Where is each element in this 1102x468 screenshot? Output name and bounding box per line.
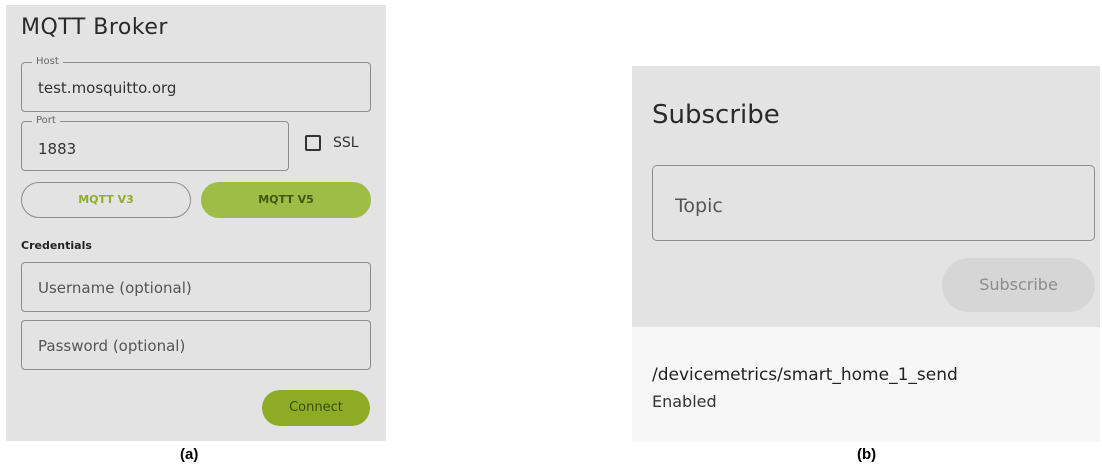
port-label: Port xyxy=(32,115,60,127)
mqtt-v3-button[interactable]: MQTT V3 xyxy=(21,182,191,218)
caption-a: (a) xyxy=(180,446,199,463)
connect-button[interactable]: Connect xyxy=(262,390,370,426)
credentials-heading: Credentials xyxy=(21,239,92,252)
subscribe-title: Subscribe xyxy=(652,100,780,130)
broker-title: MQTT Broker xyxy=(21,15,168,40)
mqtt-v5-button[interactable]: MQTT V5 xyxy=(201,182,371,218)
mqtt-broker-panel: MQTT Broker Host test.mosquitto.org Port… xyxy=(6,5,386,441)
password-placeholder: Password (optional) xyxy=(38,337,186,355)
subscribe-panel: Subscribe Topic Subscribe xyxy=(632,66,1100,327)
subscription-status: Enabled xyxy=(652,392,717,411)
caption-b: (b) xyxy=(857,446,877,463)
username-field[interactable]: Username (optional) xyxy=(21,262,371,312)
username-placeholder: Username (optional) xyxy=(38,279,192,297)
ssl-checkbox[interactable] xyxy=(305,135,321,151)
subscription-list-item[interactable]: /devicemetrics/smart_home_1_send Enabled xyxy=(632,327,1100,442)
host-field[interactable]: Host test.mosquitto.org xyxy=(21,56,371,112)
subscribe-button[interactable]: Subscribe xyxy=(942,258,1095,312)
port-value: 1883 xyxy=(38,140,77,158)
ssl-label: SSL xyxy=(333,135,359,151)
host-label: Host xyxy=(32,56,63,68)
topic-placeholder: Topic xyxy=(675,195,723,217)
password-field[interactable]: Password (optional) xyxy=(21,320,371,370)
topic-input[interactable]: Topic xyxy=(652,165,1095,241)
host-value: test.mosquitto.org xyxy=(38,79,177,97)
subscription-topic: /devicemetrics/smart_home_1_send xyxy=(652,365,958,385)
port-field[interactable]: Port 1883 xyxy=(21,115,289,171)
